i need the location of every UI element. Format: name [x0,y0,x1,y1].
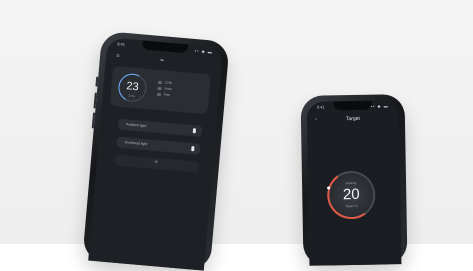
stat-label: Auto [164,86,172,92]
climate-card[interactable]: 23 Zone 21% Auto Fan [109,65,211,115]
humidity-icon [157,80,163,84]
control-label: Ambient light [126,122,147,129]
status-icons: ▪▪ ◆ ▬ [194,48,214,55]
stat-list: 21% Auto Fan [156,79,173,98]
phone-side-button [93,92,97,109]
add-device-button[interactable]: + [114,154,200,173]
target-caption-top: Heating [345,180,357,186]
ambient-light-row[interactable]: Ambient light [117,118,203,137]
phone-side-button [91,112,96,129]
stat-label: Fan [163,92,171,97]
stat-label: 21% [164,80,173,86]
phone-right: 9:41 ▪▪ ◆ ▬ ‹ Target Heating 20 Target °… [300,94,408,266]
fan-icon [156,92,162,96]
menu-icon[interactable]: ≡ [116,53,120,59]
mode-icon [157,86,162,90]
screen-title: Target [345,115,360,123]
stat-row: Fan [156,91,172,98]
status-time: 9:41 [116,41,126,47]
target-temperature-dial[interactable]: Heating 20 Target °C [323,167,379,223]
control-label: Overhead light [124,140,148,147]
phone-side-button [95,76,99,87]
plus-icon: + [153,158,159,167]
toggle-switch[interactable] [192,128,197,134]
status-time: 9:41 [316,104,325,110]
target-value: 20 [342,185,360,204]
phone-notch [333,100,372,111]
toggle-switch[interactable] [191,146,195,152]
phone-notch [141,40,189,54]
status-icons: ▪▪ ◆ ▬ [370,103,389,109]
target-caption-bottom: Target °C [345,203,358,209]
temperature-dial[interactable]: 23 Zone [114,70,150,105]
phone-left-screen: 9:41 ▪▪ ◆ ▬ ≡ ⌁ 23 Zone 21% Auto Fan Amb… [88,37,224,271]
phone-left: 9:41 ▪▪ ◆ ▬ ≡ ⌁ 23 Zone 21% Auto Fan Amb… [82,30,230,271]
screen-title-bar: ‹ Target [307,115,399,125]
temperature-value: 23 [125,80,140,94]
brand-logo-icon: ⌁ [159,57,165,65]
phone-right-screen: 9:41 ▪▪ ◆ ▬ ‹ Target Heating 20 Target °… [306,100,402,266]
overhead-light-row[interactable]: Overhead light [116,136,201,155]
product-shot-background: 9:41 ▪▪ ◆ ▬ ≡ ⌁ 23 Zone 21% Auto Fan Amb… [0,0,473,271]
